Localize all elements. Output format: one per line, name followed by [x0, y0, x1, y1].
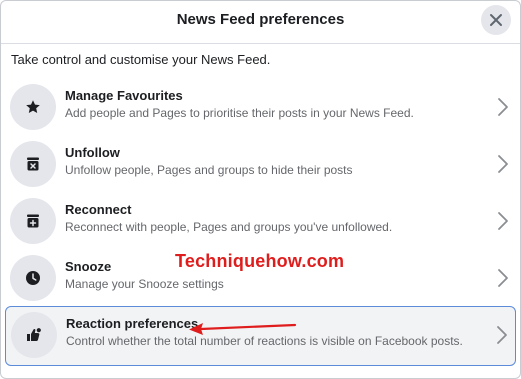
news-feed-preferences-dialog: News Feed preferences Take control and c…	[0, 0, 521, 379]
watermark-text: Techniquehow.com	[175, 251, 345, 271]
item-title: Reaction preferences	[66, 316, 199, 331]
menu-item-unfollow[interactable]: Unfollow Unfollow people, Pages and grou…	[5, 136, 516, 192]
dialog-title: News Feed preferences	[176, 11, 345, 28]
star-icon	[10, 84, 56, 130]
item-title: Unfollow	[65, 145, 120, 160]
reconnect-box-icon	[10, 198, 56, 244]
item-description: Unfollow people, Pages and groups to hid…	[65, 163, 353, 177]
menu-item-reconnect[interactable]: Reconnect Reconnect with people, Pages a…	[5, 193, 516, 249]
item-title: Manage Favourites	[65, 88, 183, 103]
item-description: Reconnect with people, Pages and groups …	[65, 220, 393, 234]
close-button[interactable]	[481, 5, 511, 35]
chevron-right-icon	[498, 98, 508, 116]
chevron-right-icon	[498, 212, 508, 230]
intro-text: Take control and customise your News Fee…	[11, 52, 271, 67]
unfollow-box-icon	[10, 141, 56, 187]
dialog-header: News Feed preferences	[1, 1, 520, 44]
close-icon	[490, 14, 502, 26]
item-title: Snooze	[65, 259, 112, 274]
chevron-right-icon	[497, 326, 507, 344]
thumbs-up-icon	[11, 312, 57, 358]
menu-item-manage-favourites[interactable]: Manage Favourites Add people and Pages t…	[5, 79, 516, 135]
item-title: Reconnect	[65, 202, 132, 217]
chevron-right-icon	[498, 155, 508, 173]
item-description: Add people and Pages to prioritise their…	[65, 106, 414, 120]
chevron-right-icon	[498, 269, 508, 287]
annotation-arrow-icon	[189, 323, 297, 335]
item-description: Manage your Snooze settings	[65, 277, 224, 291]
clock-icon	[10, 255, 56, 301]
